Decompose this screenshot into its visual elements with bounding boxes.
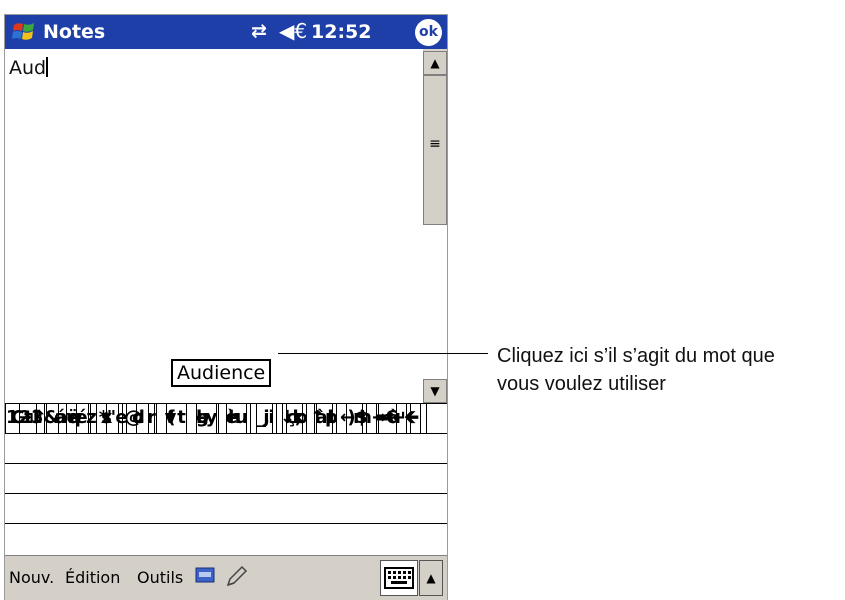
clock[interactable]: 12:52: [311, 21, 371, 43]
callout-line-1: Cliquez ici s’il s’agit du mot que: [497, 345, 775, 367]
vertical-scrollbar[interactable]: ▲ ≡ ▼: [423, 49, 447, 403]
menu-bar: Nouv. Édition Outils ▲: [5, 555, 447, 600]
callout-text: Cliquez ici s’il s’agit du mot que vous …: [497, 342, 775, 398]
keyboard-row: [5, 523, 447, 554]
connectivity-icon[interactable]: ⇄: [251, 20, 267, 42]
keyboard-row: [5, 493, 447, 524]
recording-icon[interactable]: [195, 566, 215, 588]
menu-new[interactable]: Nouv.: [9, 568, 54, 587]
keyboard-key[interactable]: Ctl: [5, 403, 45, 433]
keyboard-row: [5, 463, 447, 494]
scroll-down-button[interactable]: ▼: [423, 379, 447, 403]
word-suggestion[interactable]: Audience: [171, 359, 272, 387]
pen-icon[interactable]: [225, 564, 249, 592]
ok-button[interactable]: ok: [415, 19, 442, 46]
keyboard-key[interactable]: →: [363, 403, 397, 433]
start-menu-icon[interactable]: [11, 19, 37, 45]
input-selector-arrow[interactable]: ▲: [419, 560, 443, 596]
keyboard-key[interactable]: *: [89, 403, 119, 433]
scroll-up-button[interactable]: ▲: [423, 51, 447, 75]
note-text-area[interactable]: Aud Audience: [5, 49, 423, 403]
volume-icon[interactable]: ◀€: [279, 19, 307, 43]
grip-icon: ≡: [429, 136, 441, 152]
scroll-thumb[interactable]: ≡: [423, 75, 447, 225]
keyboard-icon[interactable]: [380, 560, 418, 596]
note-content: Aud: [9, 57, 47, 79]
keyboard-key[interactable]: áë: [45, 403, 89, 433]
soft-keyboard: 123 & é " '(- è _ ç à) = 🡸 ⇥ a z e r t y u i o p $ € ⇪ q s d f g h j k l m…: [5, 403, 447, 555]
menu-edit[interactable]: Édition: [65, 568, 120, 587]
note-text: Aud: [9, 57, 49, 79]
keyboard-key[interactable]: ↓: [273, 403, 303, 433]
title-bar: Notes ⇄ ◀€ 12:52 ok: [5, 15, 447, 49]
scroll-track[interactable]: [423, 225, 447, 379]
pocketpc-device-screen: Notes ⇄ ◀€ 12:52 ok Aud Audience ▲ ≡ ▼ 1…: [4, 14, 448, 600]
callout-line: [278, 353, 488, 354]
text-caret: [46, 57, 49, 77]
keyboard-key[interactable]: ↑: [303, 403, 333, 433]
keyboard-key[interactable]: ←: [333, 403, 363, 433]
space-key[interactable]: [149, 403, 273, 433]
callout-line-2: vous voulez utiliser: [497, 373, 666, 395]
keyboard-key[interactable]: @: [119, 403, 149, 433]
menu-tools[interactable]: Outils: [137, 568, 183, 587]
keyboard-row: [5, 433, 447, 464]
app-title: Notes: [43, 21, 106, 43]
